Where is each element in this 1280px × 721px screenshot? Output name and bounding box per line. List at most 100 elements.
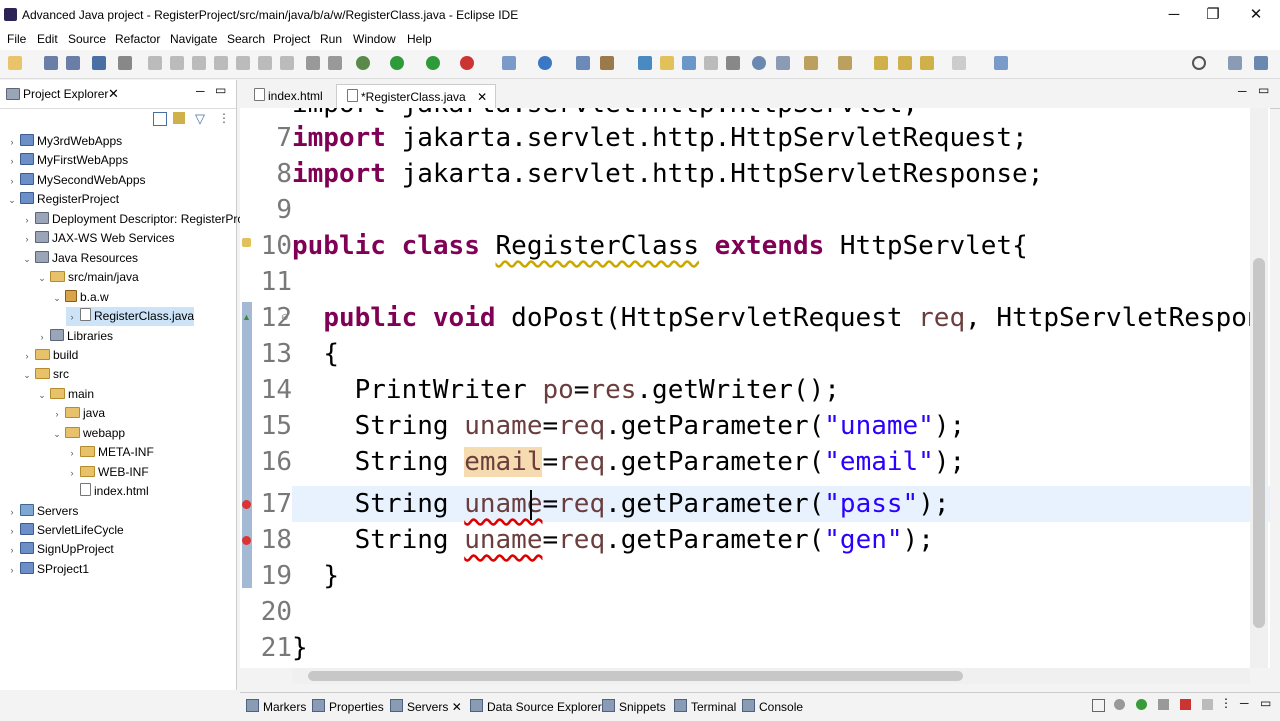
tree-item[interactable]: ⌄ RegisterProject [6,190,119,209]
tab-markers[interactable]: Markers [246,699,306,714]
tree-item[interactable]: › MyFirstWebApps [6,151,128,170]
link-with-editor-icon[interactable] [173,112,185,124]
tree-item[interactable]: › Deployment Descriptor: RegisterProje [21,210,253,229]
menu-search[interactable]: Search [227,32,265,46]
minimize-button[interactable]: ─ [1164,6,1184,24]
step-return-icon[interactable] [280,56,294,70]
chevron-right-icon[interactable]: › [66,464,78,483]
next-annotation-icon[interactable] [804,56,818,70]
tree-item[interactable]: ⌄ Java Resources [21,249,138,268]
external-tools-icon[interactable] [460,56,474,70]
minimize-view-icon[interactable]: ─ [1240,696,1249,710]
menu-navigate[interactable]: Navigate [170,32,217,46]
warning-marker-icon[interactable] [242,238,251,247]
horizontal-scroll-thumb[interactable] [308,671,963,681]
last-edit-location-icon[interactable] [874,56,888,70]
java-ee-perspective-icon[interactable] [1254,56,1268,70]
tab-snippets[interactable]: Snippets [602,699,666,714]
globe-icon[interactable] [752,56,766,70]
step-into-icon[interactable] [236,56,250,70]
tree-item[interactable]: ⌄ webapp [51,424,125,443]
print-icon[interactable] [92,56,106,70]
tree-item[interactable]: › SignUpProject [6,540,114,559]
close-view-icon[interactable]: ✕ [108,86,119,102]
mark-occurrences-icon[interactable] [660,56,674,70]
tab-terminal[interactable]: Terminal [674,699,736,714]
tree-item[interactable]: ⌄ b.a.w [51,288,109,307]
tree-item[interactable]: ⌄ src/main/java [36,268,138,288]
tree-item[interactable]: › ServletLifeCycle [6,521,124,540]
chevron-right-icon[interactable]: › [66,308,78,327]
publish-icon[interactable] [1202,699,1213,710]
terminate-icon[interactable] [192,56,206,70]
tree-item[interactable]: › WEB-INF [66,463,149,482]
tree-item[interactable]: › Libraries [36,327,113,346]
new-icon[interactable] [8,56,22,70]
chevron-right-icon[interactable]: › [36,328,48,347]
console-toolbar-icon[interactable] [776,56,790,70]
toggle-block-selection-icon[interactable] [682,56,696,70]
step-over-icon[interactable] [258,56,272,70]
override-marker-icon[interactable]: ▲ [242,312,251,322]
collapse-icon[interactable] [1092,699,1105,712]
chevron-right-icon[interactable]: › [6,541,18,560]
chevron-down-icon[interactable]: ⌄ [21,250,33,269]
tree-item[interactable]: › Servers [6,502,78,521]
disconnect-icon[interactable] [214,56,228,70]
tree-item[interactable]: ⌄ main [36,385,94,404]
debug-icon[interactable] [356,56,370,70]
chevron-down-icon[interactable]: ⌄ [21,366,33,385]
minimize-editor-icon[interactable]: ─ [1238,84,1247,98]
run-icon[interactable] [390,56,404,70]
stop-server-icon[interactable] [1180,699,1191,710]
suspend-icon[interactable] [170,56,184,70]
open-perspective-icon[interactable] [1228,56,1242,70]
menu-refactor[interactable]: Refactor [115,32,160,46]
chevron-right-icon[interactable]: › [6,133,18,152]
tree-item[interactable]: › MySecondWebApps [6,171,146,190]
search-icon[interactable] [1192,56,1206,70]
chevron-right-icon[interactable]: › [51,405,63,424]
start-server-icon[interactable] [1136,699,1147,710]
chevron-right-icon[interactable]: › [21,211,33,230]
profile-server-icon[interactable] [1158,699,1169,710]
chevron-down-icon[interactable]: ⌄ [6,191,18,210]
close-button[interactable]: ✕ [1246,6,1266,24]
tree-item[interactable]: › META-INF [66,443,154,462]
tree-item[interactable]: › JAX-WS Web Services [21,229,174,248]
chevron-down-icon[interactable]: ⌄ [36,269,48,288]
menu-edit[interactable]: Edit [37,32,58,46]
maximize-view-icon[interactable]: ▭ [215,83,226,97]
forward-arrow-icon[interactable] [952,56,966,70]
chevron-right-icon[interactable]: › [6,561,18,580]
save-all-icon[interactable] [66,56,80,70]
tab-data-source-explorer[interactable]: Data Source Explorer [470,699,602,714]
open-task-icon[interactable] [600,56,614,70]
project-explorer-tab[interactable]: Project Explorer ✕ ─ ▭ [0,80,236,109]
tree-item[interactable]: › SProject1 [6,560,89,579]
tree-item[interactable]: ⌄ src [21,365,69,384]
new-java-class-icon[interactable] [538,56,552,70]
maximize-view-icon[interactable]: ▭ [1260,696,1271,710]
new-server-icon[interactable] [502,56,516,70]
coverage-icon[interactable] [426,56,440,70]
previous-annotation-icon[interactable] [838,56,852,70]
menu-run[interactable]: Run [320,32,342,46]
chevron-right-icon[interactable]: › [21,347,33,366]
menu-source[interactable]: Source [68,32,106,46]
menu-file[interactable]: File [7,32,26,46]
close-tab-icon[interactable]: ✕ [452,700,462,714]
back-arrow-icon[interactable] [920,56,934,70]
debug-server-icon[interactable] [1114,699,1125,710]
filter-icon[interactable]: ▽ [195,111,205,127]
error-marker-icon[interactable] [242,536,251,545]
tab-properties[interactable]: Properties [312,699,384,714]
chevron-right-icon[interactable]: › [66,444,78,463]
tab-servers[interactable]: Servers ✕ [390,699,462,714]
chevron-right-icon[interactable]: › [6,152,18,171]
collapse-all-icon[interactable] [153,112,167,126]
tab-registerclass-java[interactable]: *RegisterClass.java ✕ [336,84,497,109]
tree-item[interactable]: index.html [66,482,149,501]
skip-breakpoints-icon[interactable] [328,56,342,70]
menu-window[interactable]: Window [353,32,396,46]
